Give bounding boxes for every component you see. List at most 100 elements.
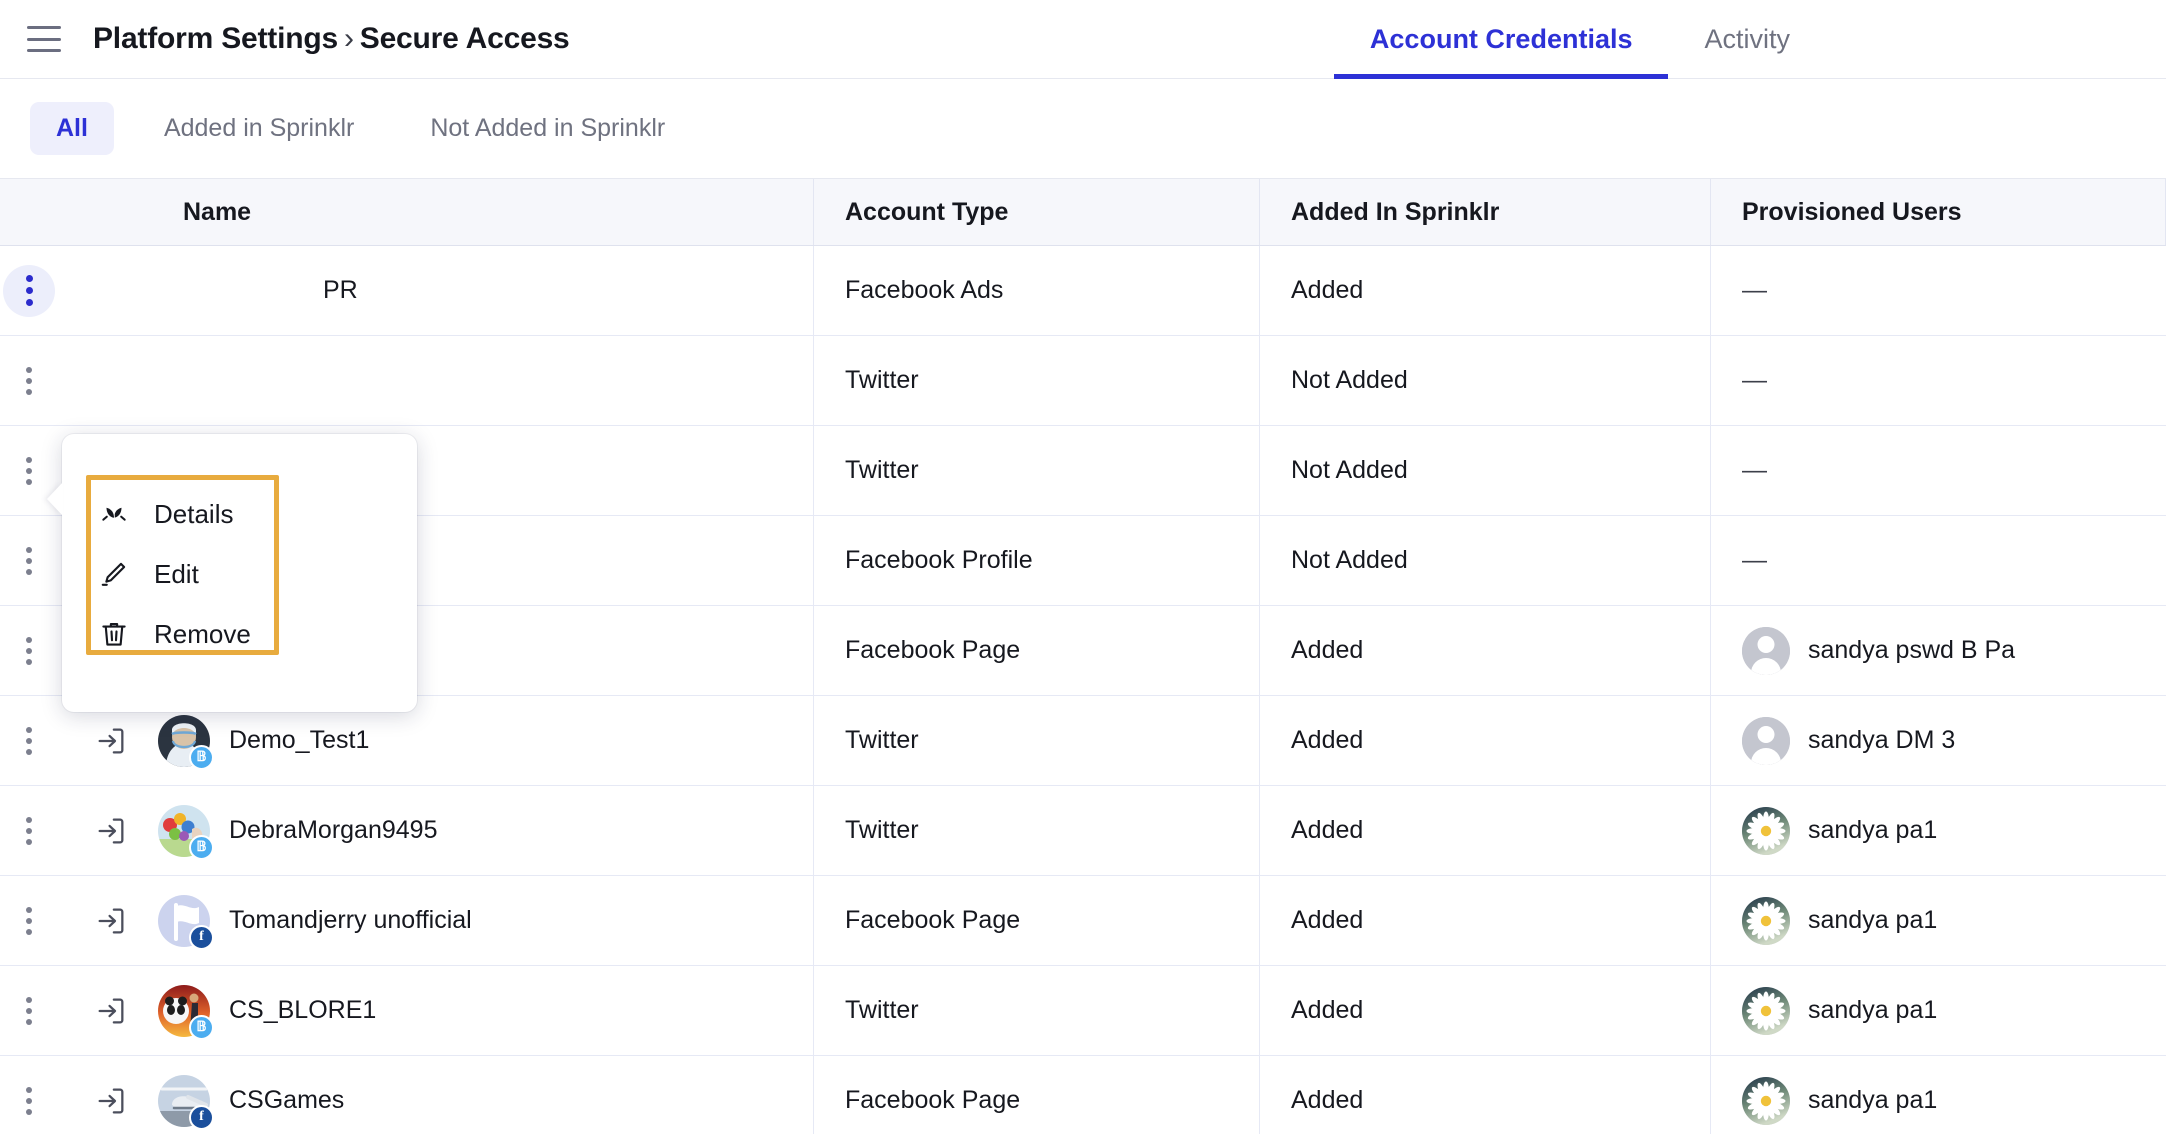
cell-added-in-sprinklr: Added [1260, 966, 1711, 1055]
open-account-icon[interactable] [94, 724, 128, 758]
cell-provisioned-users: — [1711, 336, 2166, 425]
breadcrumb: Platform Settings › Secure Access [93, 22, 570, 56]
row-kebab-menu-icon[interactable] [3, 625, 55, 677]
pencil-icon [98, 558, 130, 590]
cell-account-type: Twitter [814, 426, 1260, 515]
account-name: Demo_Test1 [229, 726, 370, 754]
filter-pill-all[interactable]: All [30, 102, 114, 155]
breadcrumb-current: Secure Access [359, 22, 570, 55]
cell-added-in-sprinklr: Added [1260, 606, 1711, 695]
cell-provisioned-users: — [1711, 426, 2166, 515]
row-kebab-menu-icon[interactable] [3, 264, 55, 317]
cell-account-type: Facebook Page [814, 876, 1260, 965]
tab-activity[interactable]: Activity [1668, 0, 1826, 79]
provisioned-user-avatar [1742, 896, 1790, 945]
empty-value: — [1742, 546, 1767, 574]
account-avatar: 𝔹 [158, 714, 214, 770]
provisioned-user-name: sandya pa1 [1808, 816, 1938, 844]
context-menu-items: Details Edit Remove [62, 434, 417, 664]
filter-pill-added-in-sprinklr[interactable]: Added in Sprinklr [138, 102, 380, 155]
cell-account-type: Twitter [814, 696, 1260, 785]
table-row[interactable]: f CSGames Facebook Page Added sandya pa1 [0, 1056, 2166, 1134]
facebook-badge-icon: f [189, 1104, 214, 1130]
row-kebab-menu-icon[interactable] [3, 535, 55, 587]
cell-name: 𝔹 DebraMorgan9495 [58, 786, 814, 875]
cell-account-type: Twitter [814, 336, 1260, 425]
row-actions-cell [0, 696, 58, 785]
column-header-added-in-sprinklr[interactable]: Added In Sprinklr [1260, 179, 1711, 245]
twitter-badge-icon: 𝔹 [189, 834, 214, 860]
table-row[interactable]: f Tomandjerry unofficial Facebook Page Adde… [0, 876, 2166, 966]
provisioned-user-name: sandya pa1 [1808, 906, 1938, 934]
column-header-provisioned-users[interactable]: Provisioned Users [1711, 179, 2166, 245]
provisioned-user-avatar [1742, 626, 1790, 675]
row-actions-cell [0, 786, 58, 875]
row-actions-cell [0, 246, 58, 335]
cell-provisioned-users: sandya pa1 [1711, 966, 2166, 1055]
account-avatar: 𝔹 [158, 984, 214, 1040]
cell-added-in-sprinklr: Added [1260, 786, 1711, 875]
row-actions-cell [0, 1056, 58, 1134]
twitter-badge-icon: 𝔹 [189, 1014, 214, 1040]
row-kebab-menu-icon[interactable] [3, 805, 55, 857]
open-account-icon[interactable] [94, 1084, 128, 1118]
provisioned-user-avatar [1742, 716, 1790, 765]
account-avatar: f [158, 1074, 214, 1130]
tab-activity-label: Activity [1704, 24, 1790, 54]
account-name: CS_BLORE1 [229, 996, 377, 1024]
cell-provisioned-users: sandya DM 3 [1711, 696, 2166, 785]
cell-name [58, 336, 814, 425]
cell-account-type: Facebook Page [814, 606, 1260, 695]
table-row[interactable]: PR Facebook Ads Added — [0, 246, 2166, 336]
cell-provisioned-users: sandya pswd B Pa [1711, 606, 2166, 695]
provisioned-user-name: sandya DM 3 [1808, 726, 1956, 754]
table-row[interactable]: 𝔹 CS_BLORE1 Twitter Added sandya pa1 [0, 966, 2166, 1056]
cell-added-in-sprinklr: Not Added [1260, 336, 1711, 425]
context-menu-item-details[interactable]: Details [62, 484, 417, 544]
context-menu-item-remove-label: Remove [154, 618, 251, 649]
row-actions-cell [0, 606, 58, 695]
row-kebab-menu-icon[interactable] [3, 895, 55, 947]
cell-provisioned-users: — [1711, 246, 2166, 335]
open-account-icon[interactable] [94, 814, 128, 848]
column-header-account-type[interactable]: Account Type [814, 179, 1260, 245]
context-menu-item-details-label: Details [154, 498, 234, 529]
hamburger-icon[interactable] [27, 26, 61, 52]
context-menu-item-edit[interactable]: Edit [62, 544, 417, 604]
cell-account-type: Facebook Profile [814, 516, 1260, 605]
row-kebab-menu-icon[interactable] [3, 355, 55, 407]
cell-added-in-sprinklr: Added [1260, 696, 1711, 785]
row-kebab-menu-icon[interactable] [3, 985, 55, 1037]
account-name: PR [323, 276, 358, 304]
tab-account-credentials[interactable]: Account Credentials [1333, 0, 1669, 79]
cell-added-in-sprinklr: Not Added [1260, 516, 1711, 605]
row-kebab-menu-icon[interactable] [3, 715, 55, 767]
table-header-actions [0, 179, 58, 245]
row-kebab-menu-icon[interactable] [3, 1075, 55, 1127]
account-avatar: f [158, 894, 214, 950]
filter-pill-not-added-in-sprinklr[interactable]: Not Added in Sprinklr [404, 102, 691, 155]
sprout-icon [98, 498, 130, 530]
provisioned-user-name: sandya pswd B Pa [1808, 636, 2016, 664]
cell-provisioned-users: sandya pa1 [1711, 786, 2166, 875]
filter-bar: All Added in Sprinklr Not Added in Sprin… [0, 79, 2166, 179]
table-row[interactable]: 𝔹 DebraMorgan9495 Twitter Added sandya pa1 [0, 786, 2166, 876]
accounts-table: Name Account Type Added In Sprinklr Prov… [0, 179, 2166, 1134]
trash-icon [98, 618, 130, 650]
provisioned-user-name: sandya pa1 [1808, 1086, 1938, 1114]
breadcrumb-root[interactable]: Platform Settings [93, 22, 338, 55]
cell-added-in-sprinklr: Not Added [1260, 426, 1711, 515]
filter-pill-added-label: Added in Sprinklr [163, 114, 355, 142]
table-row[interactable]: Twitter Not Added — [0, 336, 2166, 426]
column-header-name[interactable]: Name [58, 179, 814, 245]
context-menu-item-remove[interactable]: Remove [62, 604, 417, 664]
open-account-icon[interactable] [94, 994, 128, 1028]
row-context-menu[interactable]: Details Edit Remove [62, 434, 417, 712]
row-actions-cell [0, 336, 58, 425]
provisioned-user-avatar [1742, 806, 1790, 855]
cell-account-type: Facebook Page [814, 1056, 1260, 1134]
cell-account-type: Facebook Ads [814, 246, 1260, 335]
empty-value: — [1742, 276, 1767, 304]
cell-added-in-sprinklr: Added [1260, 246, 1711, 335]
open-account-icon[interactable] [94, 904, 128, 938]
